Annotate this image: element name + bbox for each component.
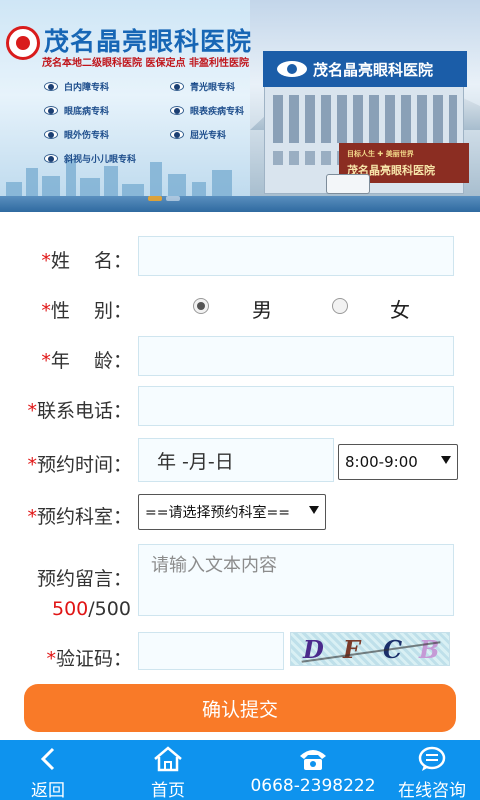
building-sign: 茂名晶亮眼科医院 [263,51,467,87]
chat-bubble-icon [418,746,446,771]
message-textarea[interactable]: 请输入文本内容 [138,544,454,616]
captcha-image[interactable]: D F C B [290,632,450,666]
eye-logo-icon [277,61,307,77]
phone-input[interactable] [138,386,454,426]
department-select[interactable]: ==请选择预约科室== [138,494,326,530]
department-item: 白内障专科 [44,80,109,93]
chevron-down-icon [441,456,451,464]
department-item: 斜视与小儿眼专科 [44,152,136,165]
gender-male-radio[interactable] [193,298,209,314]
age-input[interactable] [138,336,454,376]
eye-icon [170,82,184,91]
eye-icon [170,130,184,139]
bottom-navigation-bar: 返回 首页 0668-2398222 在线咨询 [0,740,480,800]
gender-label: *性 别： [41,300,132,322]
department-item: 屈光专科 [170,128,226,141]
name-input[interactable] [138,236,454,276]
nav-phone-button[interactable]: 0668-2398222 [240,740,386,800]
department-item: 青光眼专科 [170,80,235,93]
gender-female-label[interactable]: 女 [390,294,410,323]
eye-icon [44,130,58,139]
nav-home-button[interactable]: 首页 [130,740,206,800]
department-item: 眼底病专科 [44,104,109,117]
captcha-label: *验证码： [46,648,132,670]
nav-back-button[interactable]: 返回 [10,740,86,800]
nav-consult-button[interactable]: 在线咨询 [390,740,474,800]
home-icon [154,746,182,772]
hospital-banner[interactable]: 茂名晶亮眼科医院 茂名本地二级眼科医院 医保定点 非盈利性医院 白内障专科 眼底… [0,0,480,212]
age-label: *年 龄： [41,350,132,372]
appointment-time-label: *预约时间： [27,454,132,476]
bus-image [326,174,370,194]
eye-icon [44,82,58,91]
back-arrow-icon [40,747,55,771]
name-label: *姓 名： [41,250,132,272]
hospital-name: 茂名晶亮眼科医院 [44,27,253,56]
carousel-dot-active[interactable] [148,196,162,201]
message-label: 预约留言： [36,568,132,590]
message-char-counter: 500/500 [52,598,131,620]
eye-icon [170,106,184,115]
department-item: 眼外伤专科 [44,128,109,141]
eye-icon [44,154,58,163]
department-item: 眼表疾病专科 [170,104,244,117]
appointment-date-input[interactable]: 年 -月-日 [138,438,334,482]
hospital-subtitle: 茂名本地二级眼科医院 医保定点 非盈利性医院 [42,58,249,69]
carousel-indicators[interactable] [148,196,180,201]
hospital-building-photo: 茂名晶亮眼科医院 目标人生 ✚ 美丽世界 茂名晶亮眼科医院 [263,51,469,194]
chevron-down-icon [309,506,319,514]
department-label: *预约科室： [27,506,132,528]
eye-icon [44,106,58,115]
hospital-logo-icon [6,26,40,60]
submit-button[interactable]: 确认提交 [24,684,456,732]
captcha-input[interactable] [138,632,284,670]
phone-label: *联系电话： [27,400,132,422]
time-slot-select[interactable]: 8:00-9:00 [338,444,458,480]
gender-male-label[interactable]: 男 [252,294,272,323]
telephone-icon [300,750,326,770]
banner-ground [0,196,480,212]
gender-female-radio[interactable] [332,298,348,314]
carousel-dot[interactable] [166,196,180,201]
